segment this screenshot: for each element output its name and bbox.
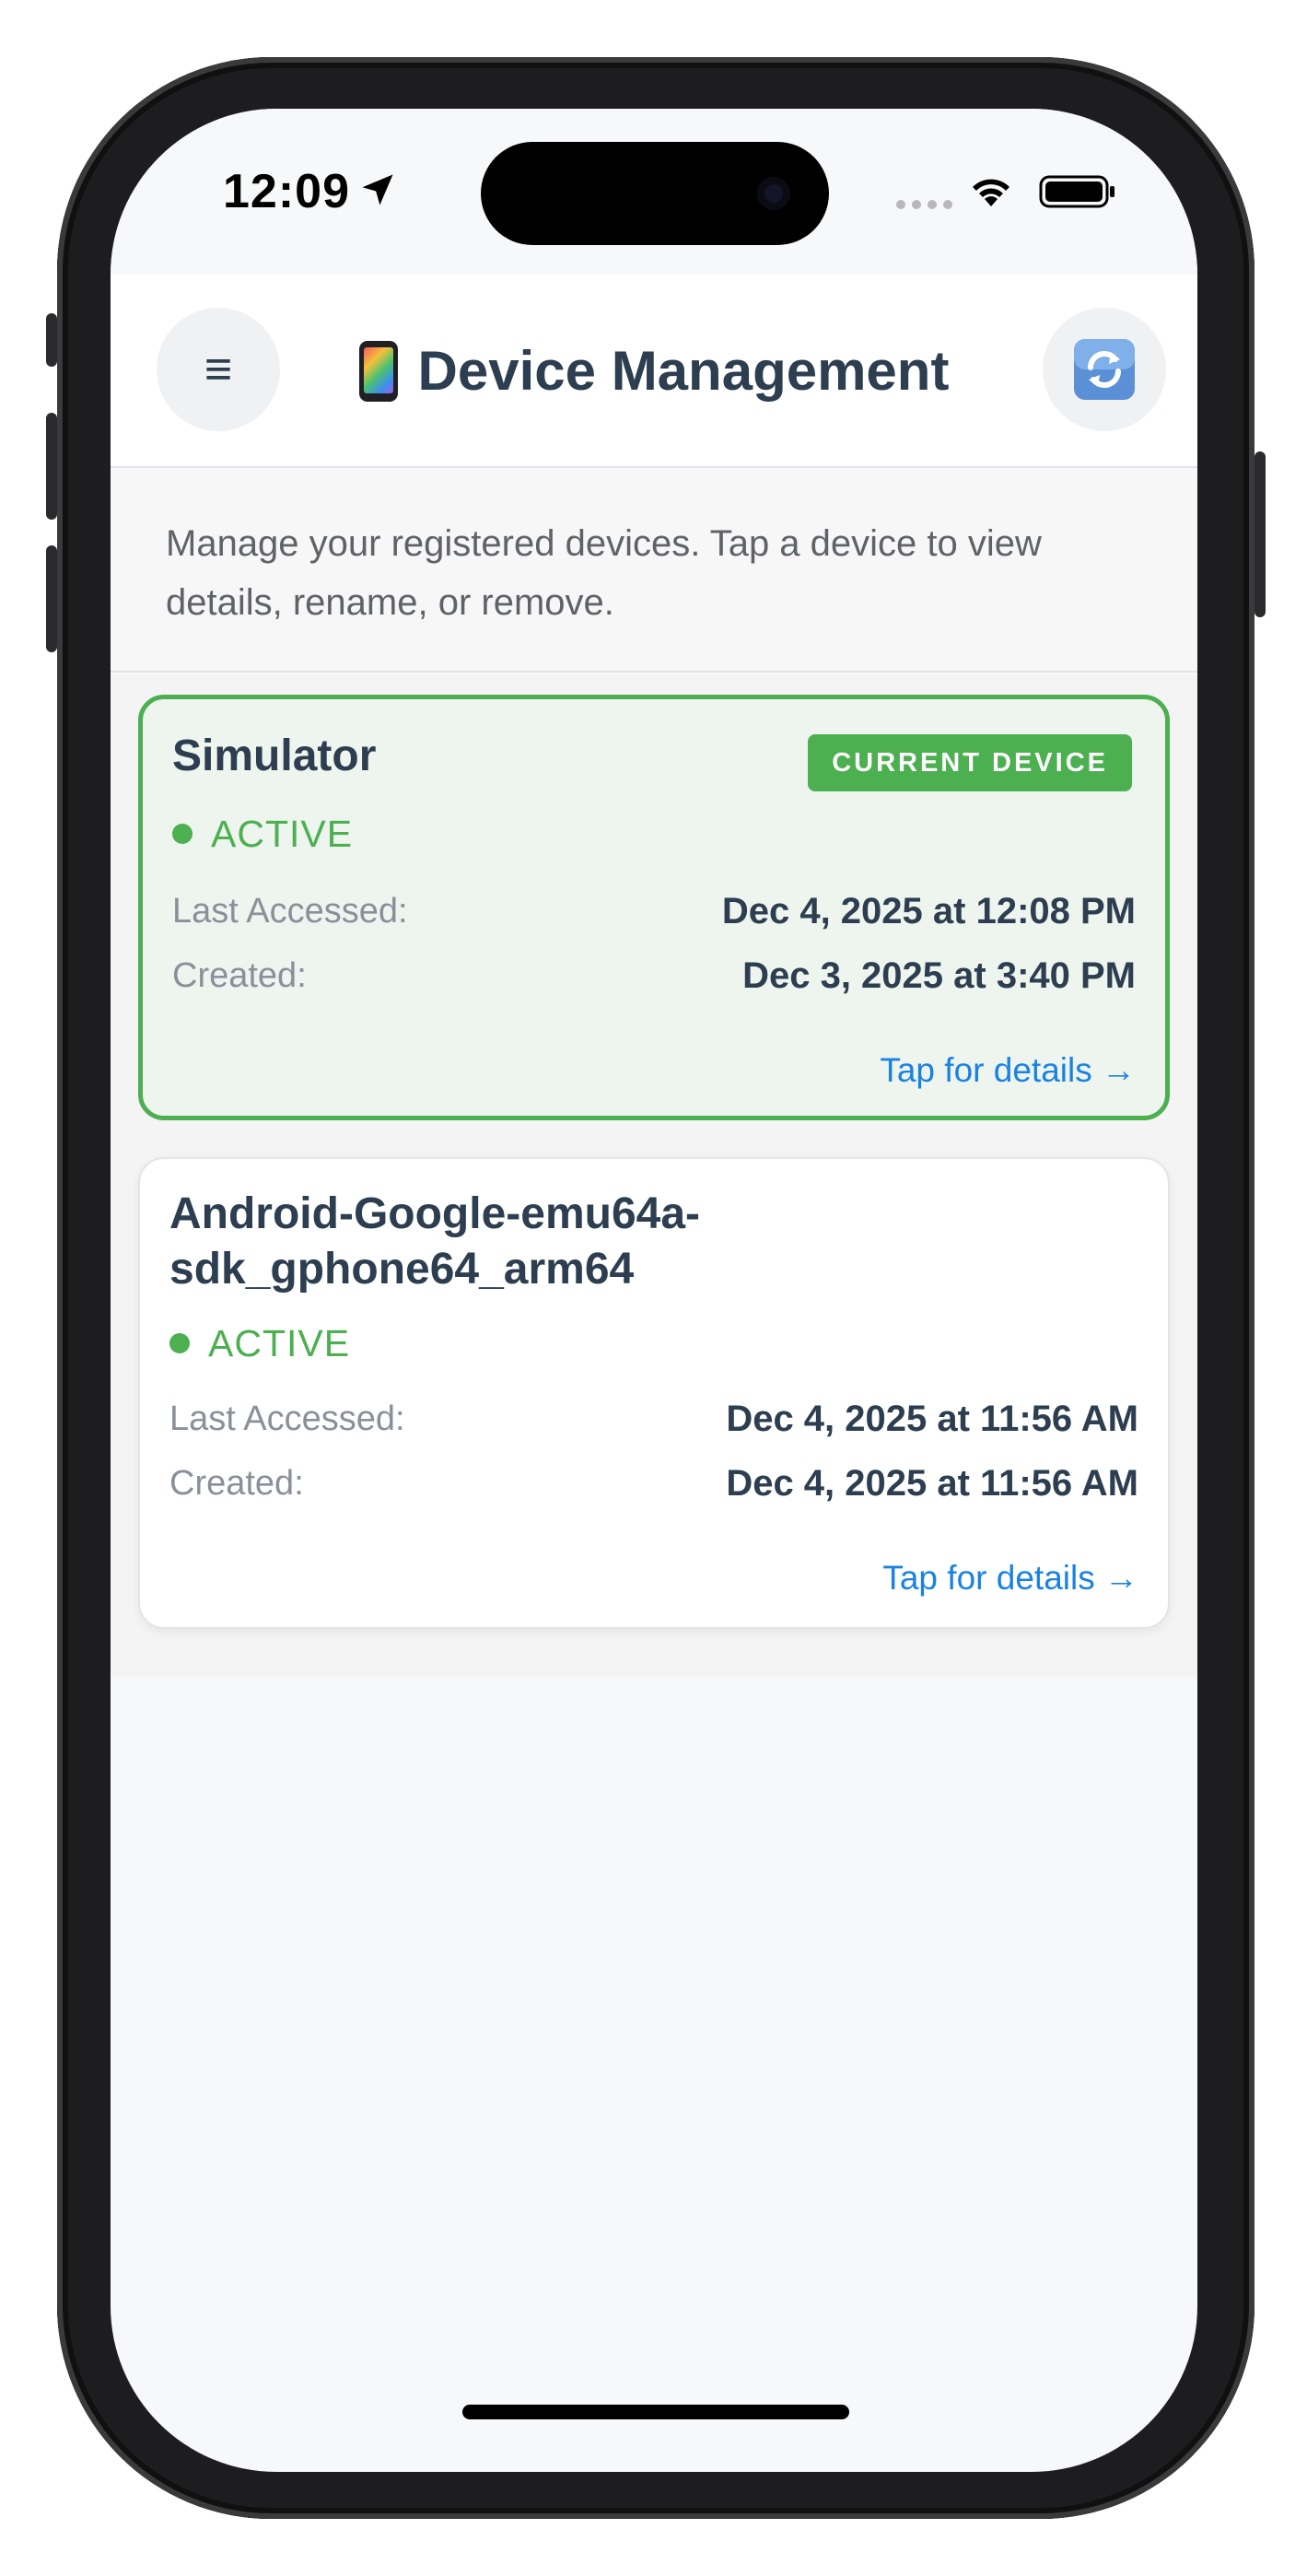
device-status: ACTIVE bbox=[172, 808, 353, 860]
status-time: 12:09 bbox=[223, 165, 350, 218]
tap-for-details-link[interactable]: Tap for details → bbox=[882, 1559, 1138, 1598]
refresh-icon bbox=[1074, 339, 1135, 400]
status-dot-icon bbox=[169, 1333, 190, 1353]
last-accessed-value: Dec 4, 2025 at 12:08 PM bbox=[721, 890, 1136, 931]
page-title-text: Device Management bbox=[417, 339, 950, 402]
menu-button[interactable]: ≡ bbox=[157, 308, 280, 431]
created-label: Created: bbox=[169, 1463, 304, 1503]
power-button bbox=[1254, 451, 1266, 617]
phone-screen: 12:09 Device Management ≡ Manage your re… bbox=[111, 109, 1197, 2472]
front-camera-icon bbox=[757, 177, 790, 210]
status-text: ACTIVE bbox=[211, 813, 354, 855]
location-arrow-icon bbox=[362, 174, 393, 205]
dynamic-island bbox=[481, 142, 829, 245]
last-accessed-value: Dec 4, 2025 at 11:56 AM bbox=[726, 1398, 1138, 1439]
device-list: Simulator CURRENT DEVICE ACTIVE Last Acc… bbox=[111, 674, 1197, 1677]
device-card-current[interactable]: Simulator CURRENT DEVICE ACTIVE Last Acc… bbox=[138, 695, 1170, 1120]
created-row: Created: Dec 3, 2025 at 3:40 PM bbox=[172, 950, 1136, 1001]
home-indicator[interactable] bbox=[462, 2405, 849, 2419]
app-header: Device Management ≡ bbox=[111, 275, 1197, 468]
last-accessed-row: Last Accessed: Dec 4, 2025 at 11:56 AM bbox=[169, 1393, 1138, 1445]
current-device-badge: CURRENT DEVICE bbox=[808, 734, 1132, 791]
tap-for-details-link[interactable]: Tap for details → bbox=[880, 1051, 1136, 1090]
mobile-phone-icon bbox=[358, 341, 398, 402]
volume-up-button bbox=[46, 413, 57, 520]
last-accessed-row: Last Accessed: Dec 4, 2025 at 12:08 PM bbox=[172, 885, 1136, 937]
created-label: Created: bbox=[172, 955, 307, 995]
action-button bbox=[46, 313, 57, 367]
wifi-icon bbox=[973, 179, 1009, 206]
status-text: ACTIVE bbox=[208, 1322, 351, 1364]
device-status: ACTIVE bbox=[169, 1317, 350, 1369]
status-bar: 12:09 bbox=[111, 109, 1197, 275]
page-description: Manage your registered devices. Tap a de… bbox=[111, 470, 1197, 673]
cellular-signal-icon bbox=[896, 200, 952, 209]
device-name: Simulator bbox=[172, 732, 377, 780]
hamburger-menu-icon: ≡ bbox=[204, 343, 233, 396]
created-value: Dec 4, 2025 at 11:56 AM bbox=[726, 1462, 1138, 1504]
volume-down-button bbox=[46, 545, 57, 652]
last-accessed-label: Last Accessed: bbox=[172, 891, 408, 931]
device-name: Android-Google-emu64a-sdk_gphone64_arm64 bbox=[169, 1189, 701, 1294]
device-card-android[interactable]: Android-Google-emu64a-sdk_gphone64_arm64… bbox=[138, 1157, 1170, 1629]
refresh-button[interactable] bbox=[1043, 308, 1166, 431]
created-value: Dec 3, 2025 at 3:40 PM bbox=[742, 954, 1136, 996]
battery-icon bbox=[1039, 175, 1114, 208]
status-dot-icon bbox=[172, 824, 193, 844]
created-row: Created: Dec 4, 2025 at 11:56 AM bbox=[169, 1458, 1138, 1509]
last-accessed-label: Last Accessed: bbox=[169, 1399, 405, 1438]
